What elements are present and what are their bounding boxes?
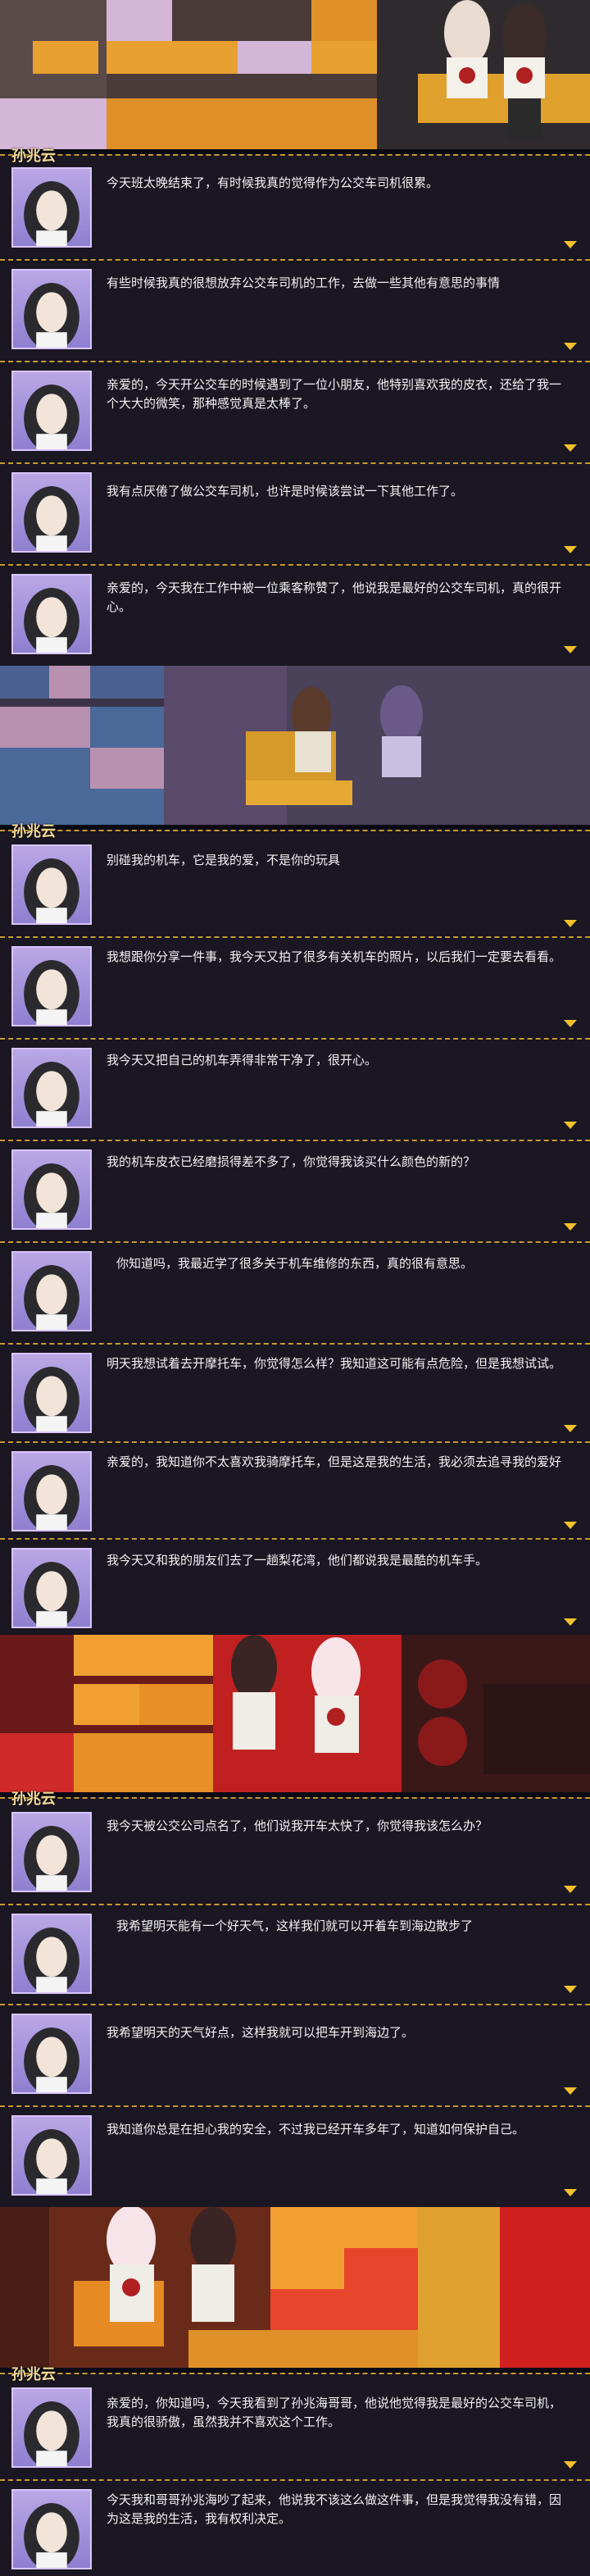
continue-arrow-icon[interactable] bbox=[564, 241, 577, 248]
avatar bbox=[11, 2014, 92, 2094]
continue-arrow-icon[interactable] bbox=[564, 1425, 577, 1432]
dialog-text: 今天班太晚结束了，有时候我真的觉得作为公交车司机很累。 bbox=[107, 175, 439, 190]
continue-arrow-icon[interactable] bbox=[564, 646, 577, 653]
dialog-panel[interactable]: 今天我和哥哥孙兆海吵了起来，他说我不该这么做这件事，但是我觉得我没有错，因为这是… bbox=[0, 2479, 590, 2576]
avatar bbox=[11, 1149, 92, 1230]
avatar bbox=[11, 1353, 92, 1433]
dialog-panel[interactable]: 我想跟你分享一件事，我今天又拍了很多有关机车的照片，以后我们一定要去看看。 bbox=[0, 936, 590, 1038]
avatar bbox=[11, 844, 92, 925]
avatar bbox=[11, 1048, 92, 1128]
dialog-text: 有些时候我真的很想放弃公交车司机的工作，去做一些其他有意思的事情 bbox=[107, 275, 501, 290]
continue-arrow-icon[interactable] bbox=[564, 1886, 577, 1893]
dialog-panel[interactable]: 我的机车皮衣已经磨损得差不多了，你觉得我该买什么颜色的新的？ bbox=[0, 1140, 590, 1241]
dialog-panel[interactable]: 我希望明天的天气好点，这样我就可以把车开到海边了。 bbox=[0, 2004, 590, 2105]
scene-lockers-top bbox=[0, 0, 590, 149]
avatar bbox=[11, 574, 92, 654]
dialog-panel[interactable]: 我今天又和我的朋友们去了一趟梨花湾，他们都说我是最酷的机车手。 bbox=[0, 1538, 590, 1635]
continue-arrow-icon[interactable] bbox=[564, 444, 577, 452]
dialog-panel[interactable]: 孙兆云 我今天被公交公司点名了，他们说我开车太快了，你觉得我该怎么办？ bbox=[0, 1791, 590, 1904]
dialog-text: 我今天又把自己的机车弄得非常干净了，很开心。 bbox=[107, 1053, 378, 1067]
dialog-panel[interactable]: 亲爱的，今天我在工作中被一位乘客称赞了，他说我是最好的公交车司机，真的很开心。 bbox=[0, 564, 590, 666]
scene-lockers-blue bbox=[0, 666, 590, 825]
avatar bbox=[11, 2489, 92, 2569]
avatar bbox=[11, 1914, 92, 1994]
continue-arrow-icon[interactable] bbox=[564, 1223, 577, 1231]
avatar bbox=[11, 1548, 92, 1628]
speaker-name: 孙兆云 bbox=[11, 1791, 56, 1808]
continue-arrow-icon[interactable] bbox=[564, 2461, 577, 2469]
dialog-text: 我希望明天的天气好点，这样我就可以把车开到海边了。 bbox=[107, 2025, 415, 2040]
continue-arrow-icon[interactable] bbox=[564, 1020, 577, 1027]
scene-orange-room bbox=[0, 2207, 590, 2368]
dialog-panel[interactable]: 我希望明天能有一个好天气，这样我们就可以开着车到海边散步了 bbox=[0, 1904, 590, 2004]
continue-arrow-icon[interactable] bbox=[564, 920, 577, 927]
speaker-name: 孙兆云 bbox=[11, 148, 56, 165]
continue-arrow-icon[interactable] bbox=[564, 1618, 577, 1626]
scene-red-room bbox=[0, 1635, 590, 1792]
continue-arrow-icon[interactable] bbox=[564, 546, 577, 553]
avatar bbox=[11, 2387, 92, 2468]
dialog-text: 明天我想试着去开摩托车，你觉得怎么样？我知道这可能有点危险，但是我想试试。 bbox=[107, 1356, 562, 1371]
continue-arrow-icon[interactable] bbox=[564, 2189, 577, 2196]
dialog-text: 亲爱的，今天开公交车的时候遇到了一位小朋友，他特别喜欢我的皮衣，还给了我一个大大… bbox=[107, 377, 562, 411]
dialog-text: 我今天被公交公司点名了，他们说我开车太快了，你觉得我该怎么办？ bbox=[107, 1818, 488, 1833]
dialog-panel[interactable]: 孙兆云 别碰我的机车，它是我的爱，不是你的玩具 bbox=[0, 823, 590, 936]
continue-arrow-icon[interactable] bbox=[564, 1122, 577, 1129]
dialog-text: 你知道吗，我最近学了很多关于机车维修的东西，真的很有意思。 bbox=[116, 1256, 474, 1271]
dialog-text: 我想跟你分享一件事，我今天又拍了很多有关机车的照片，以后我们一定要去看看。 bbox=[107, 949, 562, 964]
dialog-text: 别碰我的机车，它是我的爱，不是你的玩具 bbox=[107, 853, 341, 867]
avatar bbox=[11, 167, 92, 248]
dialog-text: 我的机车皮衣已经磨损得差不多了，你觉得我该买什么颜色的新的？ bbox=[107, 1154, 476, 1169]
dialog-panel[interactable]: 你知道吗，我最近学了很多关于机车维修的东西，真的很有意思。 bbox=[0, 1241, 590, 1343]
dialog-text: 今天我和哥哥孙兆海吵了起来，他说我不该这么做这件事，但是我觉得我没有错，因为这是… bbox=[107, 2492, 562, 2526]
dialog-panel[interactable]: 我有点厌倦了做公交车司机，也许是时候该尝试一下其他工作了。 bbox=[0, 462, 590, 564]
avatar bbox=[11, 946, 92, 1026]
dialog-text: 亲爱的，我知道你不太喜欢我骑摩托车，但是这是我的生活，我必须去追寻我的爱好 bbox=[107, 1454, 562, 1469]
continue-arrow-icon[interactable] bbox=[564, 1986, 577, 1993]
avatar bbox=[11, 269, 92, 349]
avatar bbox=[11, 2115, 92, 2196]
avatar bbox=[11, 371, 92, 451]
dialog-panel[interactable]: 有些时候我真的很想放弃公交车司机的工作，去做一些其他有意思的事情 bbox=[0, 259, 590, 361]
continue-arrow-icon[interactable] bbox=[564, 2087, 577, 2095]
dialog-panel[interactable]: 亲爱的，今天开公交车的时候遇到了一位小朋友，他特别喜欢我的皮衣，还给了我一个大大… bbox=[0, 361, 590, 462]
avatar bbox=[11, 1251, 92, 1331]
dialog-panel[interactable]: 我知道你总是在担心我的安全，不过我已经开车多年了，知道如何保护自己。 bbox=[0, 2105, 590, 2207]
dialog-text: 我知道你总是在担心我的安全，不过我已经开车多年了，知道如何保护自己。 bbox=[107, 2122, 525, 2137]
dialog-text: 我希望明天能有一个好天气，这样我们就可以开着车到海边散步了 bbox=[116, 1918, 474, 1933]
dialog-text: 我有点厌倦了做公交车司机，也许是时候该尝试一下其他工作了。 bbox=[107, 484, 464, 498]
dialog-panel[interactable]: 孙兆云 今天班太晚结束了，有时候我真的觉得作为公交车司机很累。 bbox=[0, 148, 590, 259]
continue-arrow-icon[interactable] bbox=[564, 343, 577, 350]
dialog-panel[interactable]: 明天我想试着去开摩托车，你觉得怎么样？我知道这可能有点危险，但是我想试试。 bbox=[0, 1343, 590, 1441]
dialog-panel[interactable]: 亲爱的，我知道你不太喜欢我骑摩托车，但是这是我的生活，我必须去追寻我的爱好 bbox=[0, 1441, 590, 1538]
avatar bbox=[11, 1451, 92, 1531]
speaker-name: 孙兆云 bbox=[11, 2366, 56, 2383]
continue-arrow-icon[interactable] bbox=[564, 1522, 577, 1529]
avatar bbox=[11, 1812, 92, 1892]
dialog-panel[interactable]: 我今天又把自己的机车弄得非常干净了，很开心。 bbox=[0, 1038, 590, 1140]
avatar bbox=[11, 472, 92, 553]
dialog-text: 亲爱的，今天我在工作中被一位乘客称赞了，他说我是最好的公交车司机，真的很开心。 bbox=[107, 580, 562, 614]
dialog-text: 我今天又和我的朋友们去了一趟梨花湾，他们都说我是最酷的机车手。 bbox=[107, 1553, 488, 1568]
speaker-name: 孙兆云 bbox=[11, 823, 56, 840]
dialog-text: 亲爱的，你知道吗，今天我看到了孙兆海哥哥，他说他觉得我是最好的公交车司机，我真的… bbox=[107, 2396, 562, 2429]
dialog-panel[interactable]: 孙兆云 亲爱的，你知道吗，今天我看到了孙兆海哥哥，他说他觉得我是最好的公交车司机… bbox=[0, 2366, 590, 2479]
